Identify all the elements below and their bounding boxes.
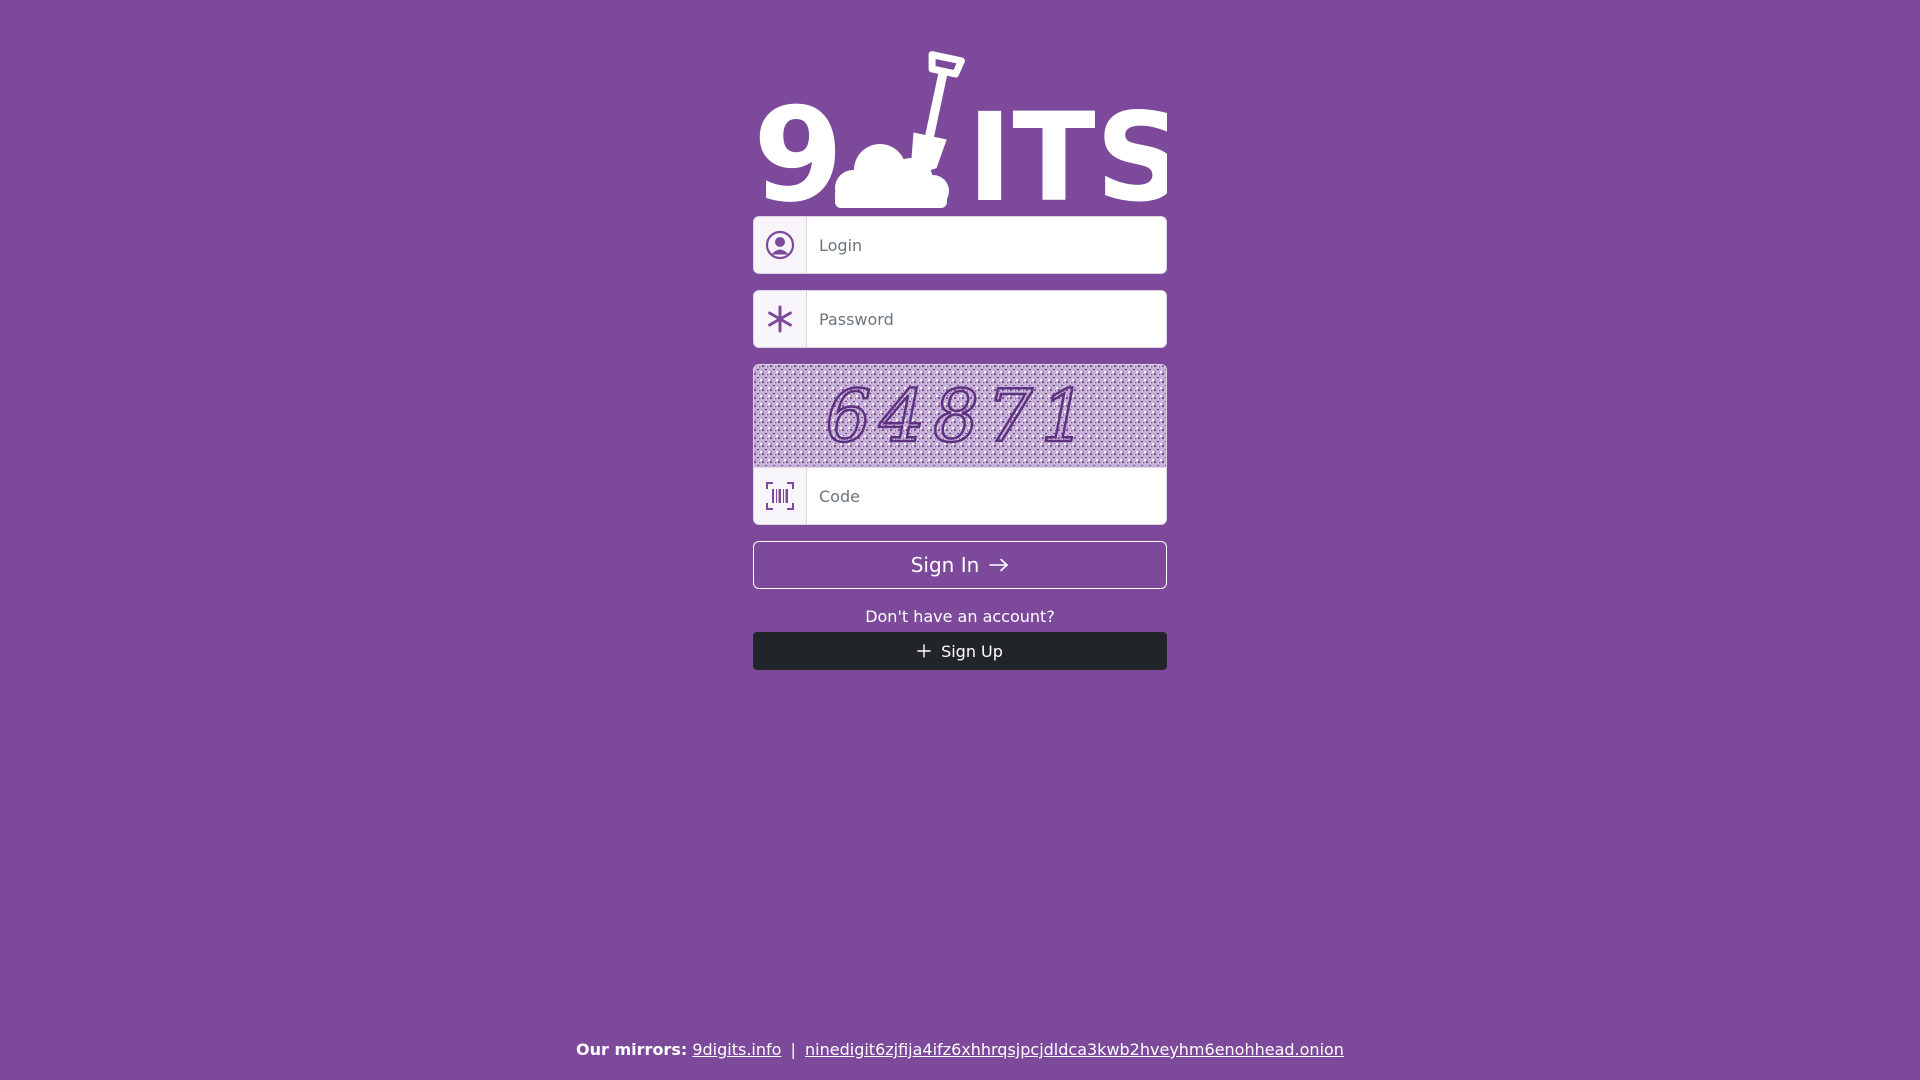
captcha-code-group [754, 467, 1166, 524]
mirror-link-onion[interactable]: ninedigit6zjfija4ifz6xhhrqsjpcjdldca3kwb… [805, 1040, 1344, 1059]
no-account-text: Don't have an account? [865, 607, 1055, 626]
mirrors-label: Our mirrors: [576, 1040, 688, 1059]
asterisk-icon [754, 291, 807, 347]
login-panel: 9 ITS Login 64871 Code Sign In Don't hav… [753, 48, 1167, 670]
arrow-right-icon [989, 558, 1009, 572]
login-group [753, 216, 1167, 274]
shovel-icon [911, 51, 965, 171]
sign-in-button[interactable]: Sign In [753, 541, 1167, 589]
sign-up-button[interactable]: Sign Up [753, 632, 1167, 670]
captcha-block: 64871 [753, 364, 1167, 525]
login-input[interactable] [807, 217, 1166, 273]
plus-icon [917, 644, 931, 658]
site-logo: 9 ITS [753, 51, 1167, 208]
barcode-scan-icon [754, 468, 807, 524]
mirror-link-clearnet[interactable]: 9digits.info [692, 1040, 781, 1059]
login-page: 9 ITS Login 64871 Code Sign In Don't hav… [0, 0, 1920, 1080]
sign-up-label: Sign Up [941, 641, 1003, 661]
captcha-text: 64871 [825, 374, 1094, 458]
password-input[interactable] [807, 291, 1166, 347]
password-group [753, 290, 1167, 348]
captcha-input[interactable] [807, 468, 1166, 524]
mirrors-footer: Our mirrors: 9digits.info | ninedigit6zj… [0, 1040, 1920, 1059]
user-circle-icon [754, 217, 807, 273]
logo-text-left: 9 [753, 79, 843, 208]
logo-text-right: ITS [967, 87, 1167, 208]
mirror-separator: | [790, 1040, 796, 1059]
captcha-image: 64871 [754, 365, 1166, 467]
sign-in-label: Sign In [910, 553, 980, 577]
